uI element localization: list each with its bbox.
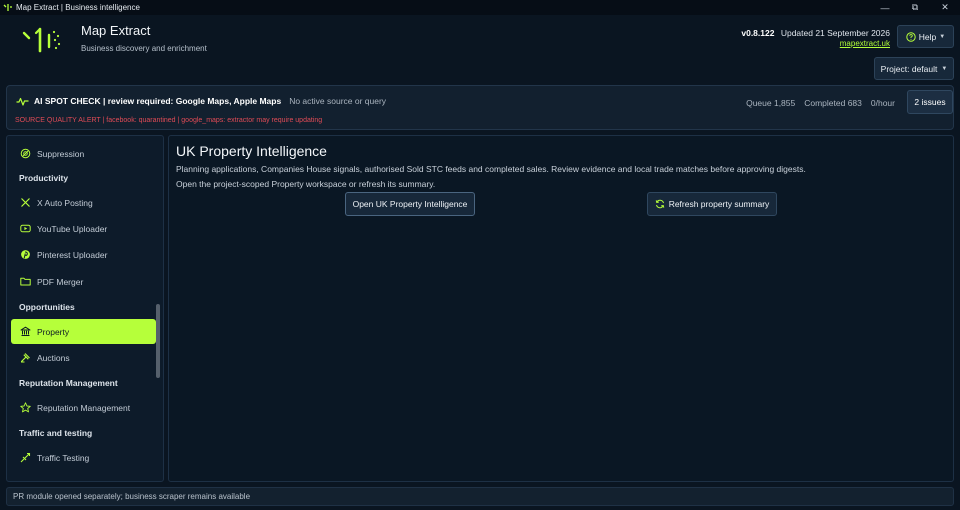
sidebar-item-pinterest-uploader[interactable]: Pinterest Uploader	[11, 242, 156, 267]
sidebar-item-auctions[interactable]: Auctions	[11, 345, 156, 370]
app-tagline: Business discovery and enrichment	[81, 44, 207, 53]
group-label-productivity: Productivity	[19, 173, 69, 183]
sidebar-item-label: PDF Merger	[37, 276, 84, 287]
group-label-traffic-and-testing: Traffic and testing	[19, 428, 93, 438]
bank-icon	[20, 326, 31, 337]
refresh-label: Refresh property summary	[668, 199, 770, 209]
project-selector[interactable]: Project: default ▼	[874, 57, 954, 80]
close-button[interactable]: ✕	[930, 0, 960, 15]
queue-count: Queue 1,855	[746, 98, 796, 108]
refresh-property-summary-button[interactable]: Refresh property summary	[647, 192, 777, 216]
group-label-opportunities: Opportunities	[19, 302, 75, 312]
refresh-icon	[655, 199, 664, 209]
traffic-icon	[20, 452, 31, 463]
chevron-down-icon: ▼	[941, 65, 948, 72]
activity-pulse-icon	[16, 97, 29, 106]
chevron-down-icon: ▼	[939, 33, 946, 40]
help-button[interactable]: Help ▼	[897, 25, 954, 48]
sidebar-item-label: Property	[37, 326, 70, 337]
sidebar-item-property[interactable]: Property	[11, 319, 156, 344]
sidebar-item-label: Reputation Management	[37, 402, 131, 413]
window-title: Map Extract | Business intelligence	[16, 3, 140, 12]
sidebar-item-x-auto-posting[interactable]: X Auto Posting	[11, 190, 156, 215]
spot-check-panel: AI SPOT CHECK | review required: Google …	[6, 85, 954, 130]
sidebar-item-label: Suppression	[37, 148, 85, 159]
sidebar-item-suppression[interactable]: Suppression	[11, 141, 156, 166]
status-bar: PR module opened separately; business sc…	[6, 487, 954, 506]
minimize-button[interactable]: —	[870, 0, 900, 15]
sidebar-nav: Suppression Productivity X Auto Posting …	[6, 135, 164, 482]
open-property-intelligence-button[interactable]: Open UK Property Intelligence	[345, 192, 475, 216]
status-message: PR module opened separately; business sc…	[13, 492, 251, 501]
maximize-button[interactable]: ⧉	[900, 0, 930, 15]
window-titlebar: Map Extract | Business intelligence — ⧉ …	[0, 0, 960, 15]
help-label: Help	[918, 31, 937, 42]
app-name: Map Extract	[81, 23, 151, 38]
project-label: Project: default	[880, 63, 938, 74]
help-icon	[906, 31, 916, 42]
issues-button[interactable]: 2 issues	[907, 90, 953, 114]
sidebar-item-label: YouTube Uploader	[37, 223, 108, 234]
source-quality-alert: SOURCE QUALITY ALERT | facebook: quarant…	[15, 117, 323, 124]
website-link[interactable]: mapextract.uk	[840, 39, 890, 48]
sidebar-item-label: Pinterest Uploader	[37, 249, 108, 260]
spot-check-title: AI SPOT CHECK | review required: Google …	[34, 96, 282, 106]
app-logo-icon	[3, 3, 12, 12]
source-state: No active source or query	[289, 96, 387, 106]
sidebar-item-label: X Auto Posting	[37, 197, 93, 208]
youtube-icon	[20, 223, 31, 234]
map-extract-logo-icon	[22, 27, 61, 53]
page-title: UK Property Intelligence	[176, 143, 327, 159]
rate-per-hour: 0/hour	[870, 98, 895, 108]
page-description: Planning applications, Companies House s…	[176, 164, 806, 174]
version-number: v0.8.122	[741, 28, 775, 38]
x-icon	[20, 197, 31, 208]
version-info: v0.8.122 Updated 21 September 2026	[741, 28, 890, 38]
queue-counts: Queue 1,855 Completed 683 0/hour	[746, 98, 895, 108]
page-hint: Open the project-scoped Property workspa…	[176, 179, 436, 189]
sidebar-item-label: Auctions	[37, 352, 70, 363]
folder-icon	[20, 276, 31, 287]
sidebar-item-pdf-merger[interactable]: PDF Merger	[11, 269, 156, 294]
group-label-reputation-management: Reputation Management	[19, 378, 118, 388]
completed-count: Completed 683	[804, 98, 862, 108]
sidebar-item-youtube-uploader[interactable]: YouTube Uploader	[11, 216, 156, 241]
updated-date: Updated 21 September 2026	[780, 28, 890, 38]
gavel-icon	[20, 352, 31, 363]
sidebar-item-label: Traffic Testing	[37, 452, 90, 463]
sidebar-scrollbar-thumb[interactable]	[156, 304, 160, 378]
sidebar-item-reputation-management[interactable]: Reputation Management	[11, 395, 156, 420]
sidebar-item-traffic-testing[interactable]: Traffic Testing	[11, 445, 156, 470]
suppression-icon	[20, 148, 31, 159]
pinterest-icon	[20, 249, 31, 260]
star-badge-icon	[20, 402, 31, 413]
property-panel: UK Property Intelligence Planning applic…	[168, 135, 954, 482]
app-header: Map Extract Business discovery and enric…	[0, 15, 960, 85]
